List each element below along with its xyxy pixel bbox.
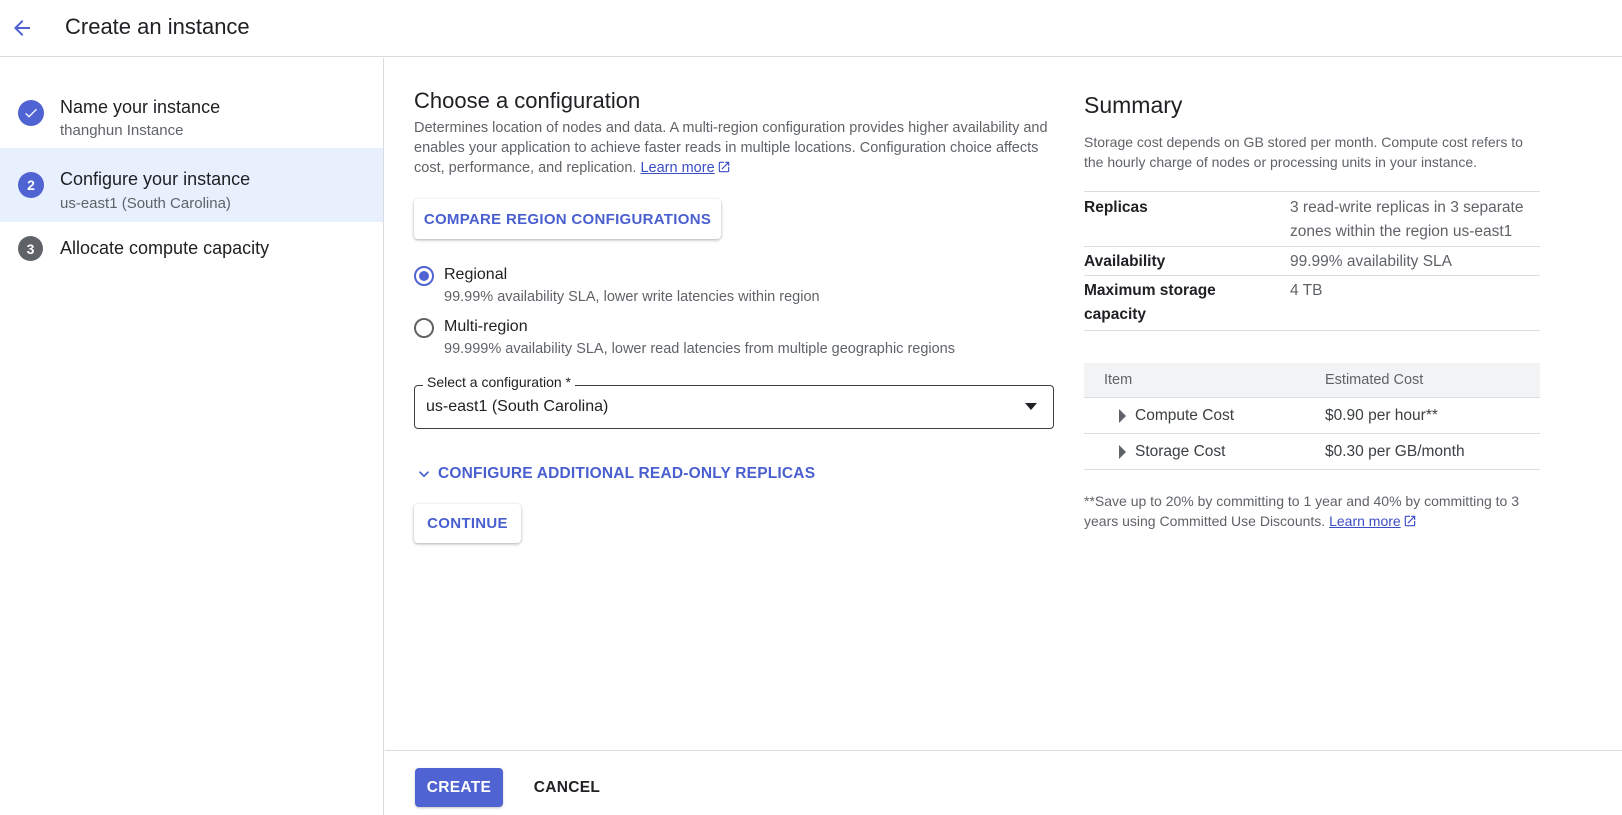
continue-button[interactable]: CONTINUE <box>414 504 521 543</box>
step-configure-instance[interactable]: 2 Configure your instance us-east1 (Sout… <box>0 148 383 222</box>
expand-arrow-icon[interactable] <box>1119 409 1126 423</box>
step-number-badge: 3 <box>18 236 43 261</box>
select-value: us-east1 (South Carolina) <box>426 398 609 415</box>
expander-label: CONFIGURE ADDITIONAL READ-ONLY REPLICAS <box>438 465 816 482</box>
step-subtitle: us-east1 (South Carolina) <box>60 195 231 212</box>
cost-item: Compute Cost <box>1135 407 1235 424</box>
summary-key: Replicas <box>1084 199 1148 216</box>
multi-region-radio[interactable] <box>414 318 434 338</box>
compare-region-configurations-button[interactable]: COMPARE REGION CONFIGURATIONS <box>414 199 721 239</box>
create-button[interactable]: CREATE <box>415 768 503 807</box>
select-label: Select a configuration * <box>423 374 575 390</box>
summary-row-availability: Availability 99.99% availability SLA <box>1084 246 1540 275</box>
chevron-down-icon <box>414 464 434 484</box>
summary-row-replicas: Replicas 3 read-write replicas in 3 sepa… <box>1084 191 1540 246</box>
summary-key: Availability <box>1084 253 1166 270</box>
section-heading: Choose a configuration <box>414 88 641 113</box>
summary-value: 4 TB <box>1290 282 1323 299</box>
learn-more-link[interactable]: Learn more <box>640 160 714 176</box>
step-title: Configure your instance <box>60 169 251 189</box>
open-in-new-icon <box>717 160 731 180</box>
cost-table-header: Item Estimated Cost <box>1084 363 1540 398</box>
check-icon <box>18 100 44 126</box>
step-title: Allocate compute capacity <box>60 238 270 258</box>
summary-title: Summary <box>1084 92 1183 118</box>
summary-description: Storage cost depends on GB stored per mo… <box>1084 134 1523 170</box>
learn-more-link[interactable]: Learn more <box>1329 513 1401 529</box>
cost-item: Storage Cost <box>1135 443 1226 460</box>
expand-arrow-icon[interactable] <box>1119 445 1126 459</box>
step-name-instance[interactable]: Name your instance thanghun Instance <box>0 75 383 149</box>
column-header-cost: Estimated Cost <box>1325 372 1424 388</box>
open-in-new-icon <box>1403 513 1417 533</box>
summary-key: Maximum storage capacity <box>1084 282 1216 323</box>
radio-description: 99.99% availability SLA, lower write lat… <box>444 289 820 305</box>
top-bar: Create an instance <box>0 0 1622 57</box>
table-row[interactable]: Storage Cost $0.30 per GB/month <box>1084 434 1540 470</box>
step-number-badge: 2 <box>18 172 44 198</box>
radio-label: Regional <box>444 266 508 283</box>
regional-radio[interactable] <box>414 266 434 286</box>
stepper: Name your instance thanghun Instance 2 C… <box>0 58 384 815</box>
step-allocate-compute[interactable]: 3 Allocate compute capacity <box>0 222 383 296</box>
column-header-item: Item <box>1104 372 1133 388</box>
dropdown-arrow-icon <box>1025 403 1037 410</box>
page-title: Create an instance <box>65 14 250 39</box>
step-title: Name your instance <box>60 97 221 117</box>
radio-label: Multi-region <box>444 318 528 335</box>
summary-value: 99.99% availability SLA <box>1290 253 1452 270</box>
cost-value: $0.90 per hour** <box>1325 407 1438 424</box>
table-row[interactable]: Compute Cost $0.90 per hour** <box>1084 398 1540 434</box>
section-description: Determines location of nodes and data. A… <box>414 118 1054 180</box>
configuration-select[interactable]: Select a configuration * us-east1 (South… <box>414 374 1054 429</box>
configure-read-only-replicas-toggle[interactable]: CONFIGURE ADDITIONAL READ-ONLY REPLICAS <box>414 464 815 484</box>
summary-row-storage: Maximum storage capacity 4 TB <box>1084 275 1540 331</box>
cost-value: $0.30 per GB/month <box>1325 443 1465 460</box>
radio-description: 99.999% availability SLA, lower read lat… <box>444 341 955 357</box>
summary-value: 3 read-write replicas in 3 separate zone… <box>1290 199 1524 240</box>
footer-actions: CREATE CANCEL <box>385 750 1622 815</box>
arrow-back-icon[interactable] <box>6 12 38 44</box>
discount-footnote: **Save up to 20% by committing to 1 year… <box>1084 491 1544 533</box>
step-subtitle: thanghun Instance <box>60 122 184 139</box>
cancel-button[interactable]: CANCEL <box>525 768 609 807</box>
